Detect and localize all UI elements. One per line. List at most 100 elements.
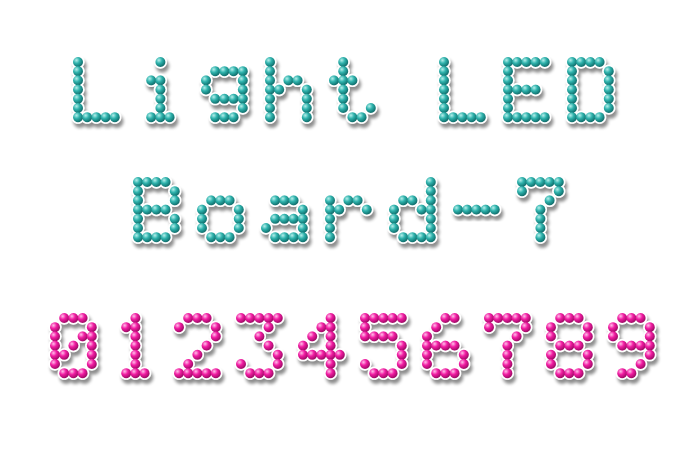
- led-dot: [151, 177, 162, 187]
- led-dot: [279, 232, 290, 243]
- led-dot: [635, 340, 646, 351]
- glyph-7: [515, 175, 566, 244]
- led-dot: [73, 112, 83, 123]
- led-dot: [155, 112, 166, 123]
- led-dot: [233, 223, 244, 233]
- led-dot: [603, 66, 614, 77]
- glyph-E: [501, 55, 552, 124]
- led-dot: [535, 232, 546, 243]
- led-dot: [68, 340, 79, 351]
- led-dot: [50, 322, 60, 333]
- led-dot: [210, 66, 221, 77]
- led-dot: [237, 66, 248, 77]
- led-dot: [347, 75, 358, 86]
- led-dot: [535, 204, 546, 215]
- led-dot: [387, 331, 398, 342]
- led-dot: [201, 313, 212, 323]
- led-dot: [407, 195, 418, 206]
- led-dot: [133, 186, 143, 197]
- led-dot: [407, 232, 418, 243]
- led-dot: [526, 177, 537, 187]
- led-dot: [585, 57, 596, 67]
- led-dot: [439, 57, 449, 67]
- led-dot: [73, 93, 83, 104]
- led-dot: [521, 84, 532, 95]
- led-dot: [449, 340, 460, 351]
- led-dot: [206, 232, 217, 243]
- led-dot: [573, 368, 584, 379]
- led-dot: [183, 359, 194, 369]
- led-dot: [142, 204, 153, 215]
- glyph-0: [48, 311, 99, 380]
- led-dot: [288, 232, 299, 243]
- led-dot: [539, 112, 550, 123]
- led-dot: [334, 349, 345, 360]
- led-dot: [594, 57, 605, 67]
- led-dot: [644, 331, 655, 342]
- led-dot: [297, 232, 308, 243]
- led-dot: [567, 93, 577, 104]
- led-dot: [50, 331, 60, 342]
- led-dot: [261, 223, 271, 233]
- led-dot: [219, 93, 230, 104]
- led-dot: [86, 359, 97, 369]
- glyph-h: [263, 55, 314, 124]
- led-dot: [121, 368, 132, 379]
- led-dot: [130, 349, 141, 360]
- font-specimen-canvas: Light LED Board-7 0123456789: [0, 0, 700, 450]
- line-digits: [48, 311, 657, 380]
- led-dot: [356, 112, 367, 123]
- led-dot: [567, 57, 577, 67]
- led-dot: [325, 232, 335, 243]
- led-dot: [564, 368, 575, 379]
- led-dot: [254, 368, 265, 379]
- led-dot: [265, 112, 275, 123]
- led-dot: [462, 204, 473, 215]
- led-dot: [539, 57, 550, 67]
- led-dot: [449, 313, 460, 323]
- led-dot: [301, 112, 312, 123]
- led-dot: [502, 368, 513, 379]
- led-dot: [201, 75, 211, 86]
- led-dot: [279, 195, 290, 206]
- led-dot: [535, 223, 546, 233]
- led-dot: [272, 313, 283, 323]
- led-dot: [130, 340, 141, 351]
- led-dot: [567, 84, 577, 95]
- led-dot: [329, 75, 339, 86]
- led-dot: [352, 195, 363, 206]
- led-dot: [183, 368, 194, 379]
- led-dot: [224, 232, 235, 243]
- led-dot: [644, 322, 655, 333]
- led-dot: [155, 93, 166, 104]
- led-dot: [365, 103, 376, 113]
- glyph-D: [565, 55, 616, 124]
- led-dot: [512, 112, 523, 123]
- led-dot: [503, 93, 513, 104]
- led-dot: [576, 57, 587, 67]
- led-dot: [325, 223, 335, 233]
- led-dot: [233, 204, 244, 215]
- led-dot: [546, 359, 556, 369]
- led-dot: [422, 340, 432, 351]
- led-dot: [272, 359, 283, 369]
- led-dot: [142, 232, 153, 243]
- led-dot: [635, 359, 646, 369]
- led-dot: [142, 177, 153, 187]
- led-dot: [338, 93, 349, 104]
- led-dot: [502, 313, 513, 323]
- led-dot: [535, 177, 546, 187]
- led-dot: [378, 331, 389, 342]
- line-light-led: [71, 55, 616, 124]
- led-dot: [544, 177, 555, 187]
- led-dot: [133, 177, 143, 187]
- led-dot: [265, 75, 275, 86]
- led-dot: [133, 213, 143, 224]
- led-dot: [553, 177, 564, 187]
- led-dot: [86, 349, 97, 360]
- led-dot: [471, 204, 482, 215]
- led-dot: [503, 66, 513, 77]
- glyph-g: [199, 64, 250, 124]
- led-dot: [325, 349, 336, 360]
- led-dot: [431, 368, 442, 379]
